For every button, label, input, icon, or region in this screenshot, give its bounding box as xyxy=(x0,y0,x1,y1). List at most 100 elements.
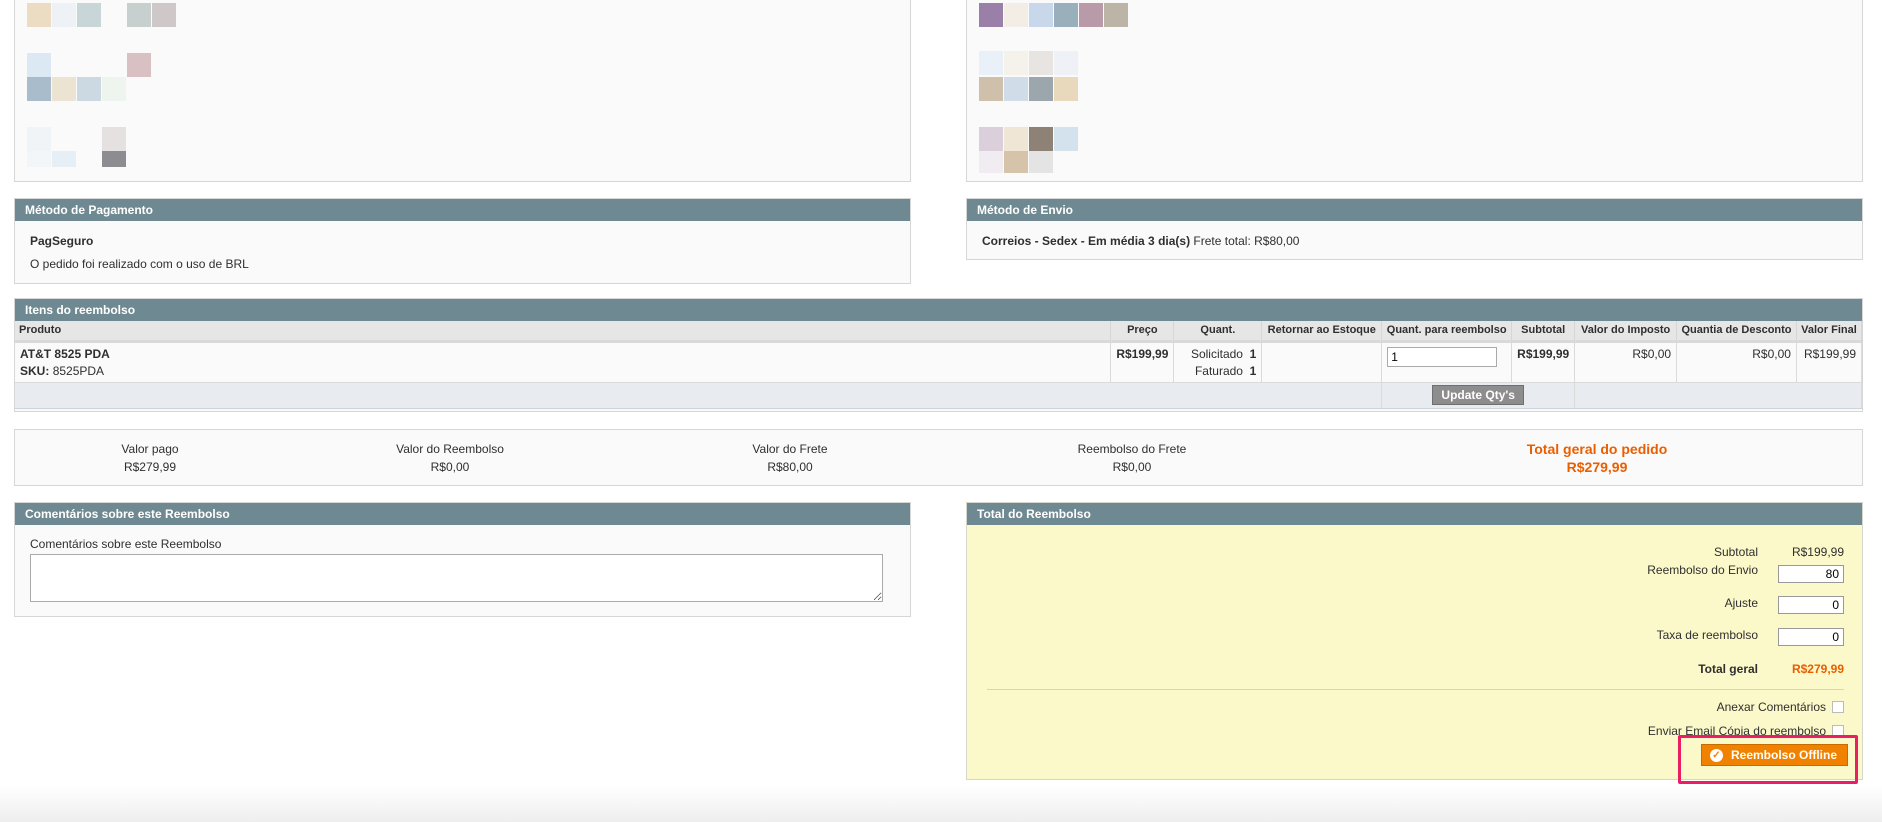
totals-subtotal-value: R$199,99 xyxy=(1791,545,1844,559)
col-final: Valor Final xyxy=(1796,321,1863,343)
totals-grand-value: R$279,99 xyxy=(1791,662,1844,676)
payment-currency-note: O pedido foi realizado com o uso de BRL xyxy=(30,257,249,271)
pixelated-text xyxy=(152,3,176,27)
pixelated-text xyxy=(102,127,126,151)
pixelated-text xyxy=(77,77,101,101)
summary-paid: Valor pago R$279,99 xyxy=(75,442,225,474)
append-comments-checkbox[interactable] xyxy=(1832,701,1844,713)
shipping-method-name: Correios - Sedex - Em média 3 dia(s) xyxy=(982,234,1191,248)
pixelated-text xyxy=(1054,127,1078,151)
refund-qty-input[interactable] xyxy=(1387,346,1498,367)
discount-cell: R$0,00 xyxy=(1676,341,1797,383)
pixelated-text xyxy=(1004,127,1028,151)
final-cell: R$199,99 xyxy=(1796,341,1863,383)
shipping-address-box xyxy=(966,0,1863,182)
pixelated-text xyxy=(27,77,51,101)
pixelated-text xyxy=(1029,77,1053,101)
totals-grand-row: Total geral R$279,99 xyxy=(1698,659,1844,679)
col-refund-qty: Quant. para reembolso xyxy=(1381,321,1513,343)
table-footer-row: Update Qty's xyxy=(15,382,1862,409)
summary-paid-label: Valor pago xyxy=(121,442,179,456)
pixelated-text xyxy=(979,51,1003,75)
pixelated-text xyxy=(979,127,1003,151)
qty-invoiced-value: 1 xyxy=(1249,363,1257,378)
pixelated-text xyxy=(127,3,151,27)
pixelated-text xyxy=(1029,151,1053,173)
pixelated-text xyxy=(27,53,51,77)
totals-fee-label: Taxa de reembolso xyxy=(1656,628,1758,642)
page-footer-strip xyxy=(0,786,1882,822)
col-discount: Quantia de Desconto xyxy=(1676,321,1797,343)
refund-items-section: Itens do reembolso Produto Preço Quant. … xyxy=(14,298,1863,412)
totals-adjust-row: Ajuste xyxy=(1725,595,1844,615)
pixelated-text xyxy=(1029,3,1053,27)
adjustment-input[interactable] xyxy=(1778,596,1844,614)
summary-shipping-value: R$80,00 xyxy=(767,460,813,474)
pixelated-text xyxy=(979,77,1003,101)
pixelated-text xyxy=(127,53,151,77)
return-stock-cell xyxy=(1261,341,1383,383)
col-price: Preço xyxy=(1110,321,1175,343)
refund-fee-input[interactable] xyxy=(1778,628,1844,646)
pixelated-text xyxy=(1029,51,1053,75)
pixelated-text xyxy=(52,77,76,101)
pixelated-text xyxy=(1004,51,1028,75)
refund-qty-cell xyxy=(1381,341,1513,383)
tax-cell: R$0,00 xyxy=(1574,341,1678,383)
comments-title: Comentários sobre este Reembolso xyxy=(15,503,910,525)
sku-value: 8525PDA xyxy=(52,363,105,378)
pixelated-text xyxy=(1029,127,1053,151)
pixelated-text xyxy=(1054,3,1078,27)
pixelated-text xyxy=(52,3,76,27)
summary-shipping-refund-value: R$0,00 xyxy=(1112,460,1152,474)
col-product: Produto xyxy=(15,321,1112,343)
shipping-method-line: Correios - Sedex - Em média 3 dia(s) Fre… xyxy=(982,234,1299,248)
pixelated-text xyxy=(979,151,1003,173)
summary-refunded-value: R$0,00 xyxy=(430,460,470,474)
append-comments-row: Anexar Comentários xyxy=(1717,697,1844,717)
pixelated-text xyxy=(1054,77,1078,101)
price-cell: R$199,99 xyxy=(1110,341,1175,383)
refund-offline-button[interactable]: ✓ Reembolso Offline xyxy=(1701,744,1849,766)
col-tax: Valor do Imposto xyxy=(1574,321,1678,343)
append-comments-label: Anexar Comentários xyxy=(1716,700,1826,714)
summary-grand-label: Total geral do pedido xyxy=(1526,441,1668,457)
pixelated-text xyxy=(27,151,51,167)
pixelated-text xyxy=(102,151,126,167)
shipping-total: Frete total: R$80,00 xyxy=(1193,234,1300,248)
subtotal-cell: R$199,99 xyxy=(1511,341,1576,383)
pixelated-text xyxy=(102,77,126,101)
payment-method-title: Método de Pagamento xyxy=(15,199,910,221)
refund-offline-label: Reembolso Offline xyxy=(1731,748,1838,762)
check-circle-icon: ✓ xyxy=(1710,748,1723,762)
totals-shipping-row: Reembolso do Envio xyxy=(1647,563,1844,584)
summary-grand-total: Total geral do pedido R$279,99 xyxy=(1472,441,1722,475)
refund-items-table: Produto Preço Quant. Retornar ao Estoque… xyxy=(15,321,1863,409)
summary-refunded-label: Valor do Reembolso xyxy=(396,442,504,456)
refund-offline-button-wrap: ✓ Reembolso Offline xyxy=(1701,744,1849,766)
totals-subtotal-label: Subtotal xyxy=(1713,545,1758,559)
product-name: AT&T 8525 PDA xyxy=(20,346,110,361)
pixelated-text xyxy=(27,3,51,27)
qty-ordered-label: Solicitado xyxy=(1190,346,1243,361)
summary-paid-value: R$279,99 xyxy=(123,460,177,474)
qty-cell: Solicitado 1 Faturado 1 xyxy=(1173,341,1263,383)
totals-divider xyxy=(987,689,1844,690)
sku-label: SKU: xyxy=(20,363,50,378)
pixelated-text xyxy=(979,3,1003,27)
summary-shipping-refund: Reembolso do Frete R$0,00 xyxy=(1042,442,1222,474)
totals-shipping-label: Reembolso do Envio xyxy=(1647,563,1758,577)
billing-address-box xyxy=(14,0,911,182)
shipping-method-title: Método de Envio xyxy=(967,199,1862,221)
refund-items-title: Itens do reembolso xyxy=(15,299,1862,321)
col-return-stock: Retornar ao Estoque xyxy=(1261,321,1383,343)
comments-textarea[interactable] xyxy=(30,554,883,602)
summary-refunded: Valor do Reembolso R$0,00 xyxy=(360,442,540,474)
payment-method-name: PagSeguro xyxy=(30,234,94,248)
totals-fee-row: Taxa de reembolso xyxy=(1657,627,1844,647)
shipping-refund-input[interactable] xyxy=(1778,565,1844,583)
table-header-row: Produto Preço Quant. Retornar ao Estoque… xyxy=(15,321,1863,343)
update-qty-button[interactable]: Update Qty's xyxy=(1432,384,1524,405)
pixelated-text xyxy=(52,151,76,167)
pixelated-text xyxy=(1004,3,1028,27)
